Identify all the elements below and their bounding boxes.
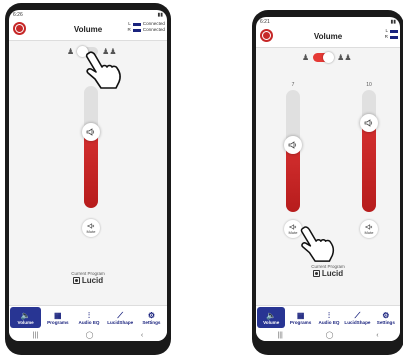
pointing-hand-icon bbox=[300, 226, 335, 262]
status-bar: 6:26 ▮▮ bbox=[9, 10, 167, 19]
master-volume-slider[interactable] bbox=[84, 86, 98, 208]
left-connection-indicator bbox=[132, 22, 141, 26]
mute-label: Mute bbox=[288, 229, 298, 235]
single-ear-icon: ♟ bbox=[302, 53, 310, 62]
recents-button[interactable]: ||| bbox=[33, 332, 38, 339]
nav-label: Settings bbox=[376, 319, 395, 325]
right-connection-indicator bbox=[132, 28, 141, 32]
status-time: 6:21 bbox=[260, 18, 270, 25]
single-ear-icon: ♟ bbox=[67, 47, 75, 56]
right-volume-thumb[interactable] bbox=[360, 113, 378, 132]
nav-label: Volume bbox=[17, 319, 34, 325]
app-bar: Volume L Connected R Connected bbox=[9, 19, 167, 41]
program-name: Lucid bbox=[81, 276, 104, 285]
right-connection-text: Connected bbox=[142, 27, 165, 32]
nav-label: Programs bbox=[47, 319, 69, 325]
nav-settings[interactable]: ⚙ Settings bbox=[136, 306, 167, 329]
program-icon bbox=[312, 270, 320, 277]
program-icon bbox=[72, 277, 80, 284]
nav-programs[interactable]: ▦ Programs bbox=[286, 306, 314, 329]
nav-audio-eq[interactable]: ⫶ Audio EQ bbox=[315, 306, 343, 329]
volume-panel: ♟ ♟♟ 7 10 Mute Mute Current Program Luci… bbox=[256, 48, 400, 305]
phone-screen: 6:21 ▮▮ Volume L R ♟ ♟♟ 7 10 Mute Mute C… bbox=[256, 17, 400, 341]
left-connection-indicator bbox=[390, 29, 398, 33]
nav-label: LucidShape bbox=[344, 319, 371, 325]
nav-label: Audio EQ bbox=[318, 319, 340, 325]
home-button[interactable]: ◯ bbox=[326, 331, 334, 339]
bottom-nav: 🔈 Volume ▦ Programs ⫶ Audio EQ ⟋ LucidShape … bbox=[9, 305, 167, 329]
status-icons: ▮▮ bbox=[390, 18, 396, 25]
split-volume-toggle[interactable] bbox=[313, 52, 335, 63]
phone-screen: 6:26 ▮▮ Volume L Connected R Connected ♟ ♟… bbox=[9, 10, 167, 341]
nav-volume[interactable]: 🔈 Volume bbox=[10, 307, 42, 328]
split-toggle-row: ♟ ♟♟ bbox=[302, 52, 352, 63]
nav-label: Audio EQ bbox=[78, 319, 100, 325]
equalizer-icon: ⫶ bbox=[88, 310, 90, 320]
bottom-nav: 🔈 Volume ▦ Programs ⫶ Audio EQ ⟋ LucidShape … bbox=[256, 305, 400, 329]
nav-label: LucidShape bbox=[107, 319, 134, 325]
speaker-icon: 🔈 bbox=[266, 310, 277, 320]
left-volume-thumb[interactable] bbox=[284, 135, 302, 154]
current-program: Current Program Lucid bbox=[256, 264, 400, 278]
nav-label: Programs bbox=[289, 319, 312, 325]
speaker-icon: 🔈 bbox=[20, 310, 31, 320]
system-nav: ||| ◯ ‹ bbox=[256, 329, 400, 341]
nav-volume[interactable]: 🔈 Volume bbox=[257, 307, 286, 328]
status-bar: 6:21 ▮▮ bbox=[256, 17, 400, 26]
nav-settings[interactable]: ⚙ Settings bbox=[372, 306, 400, 329]
right-volume-value: 10 bbox=[366, 82, 372, 88]
nav-audio-eq[interactable]: ⫶ Audio EQ bbox=[73, 306, 104, 329]
master-volume-fill bbox=[84, 132, 98, 208]
grid-icon: ▦ bbox=[54, 310, 62, 320]
chart-icon: ⟋ bbox=[117, 310, 124, 320]
phone-left: 6:26 ▮▮ Volume L Connected R Connected ♟ ♟… bbox=[5, 3, 171, 355]
system-nav: ||| ◯ ‹ bbox=[9, 329, 167, 341]
chart-icon: ⟋ bbox=[354, 310, 361, 320]
app-bar: Volume L R bbox=[256, 26, 400, 48]
home-button[interactable]: ◯ bbox=[86, 331, 94, 339]
right-ear-label: R bbox=[127, 27, 131, 32]
recents-button[interactable]: ||| bbox=[277, 332, 282, 339]
equalizer-icon: ⫶ bbox=[328, 310, 331, 320]
program-name: Lucid bbox=[321, 269, 344, 278]
toggle-knob bbox=[323, 52, 335, 63]
phone-right: 6:21 ▮▮ Volume L R ♟ ♟♟ 7 10 Mute Mute C… bbox=[252, 10, 403, 355]
nav-programs[interactable]: ▦ Programs bbox=[42, 306, 73, 329]
right-volume-slider[interactable] bbox=[362, 90, 376, 212]
right-connection-indicator bbox=[390, 35, 398, 39]
current-program: Current Program Lucid bbox=[9, 271, 167, 285]
page-title: Volume bbox=[313, 32, 343, 41]
gear-icon: ⚙ bbox=[382, 310, 390, 320]
mute-label: Mute bbox=[364, 229, 374, 235]
left-volume-fill bbox=[286, 144, 300, 212]
mute-label: Mute bbox=[86, 228, 96, 234]
right-mute-button[interactable]: Mute bbox=[360, 220, 378, 238]
nav-label: Settings bbox=[142, 319, 161, 325]
nav-lucidshape[interactable]: ⟋ LucidShape bbox=[105, 306, 136, 329]
mute-button[interactable]: Mute bbox=[82, 219, 100, 237]
speaker-icon bbox=[86, 128, 95, 137]
gear-icon: ⚙ bbox=[147, 310, 155, 320]
nav-label: Volume bbox=[263, 319, 280, 325]
dual-ear-icon: ♟♟ bbox=[337, 53, 352, 62]
status-icons: ▮▮ bbox=[157, 11, 163, 18]
left-volume-value: 7 bbox=[291, 82, 295, 88]
speaker-icon bbox=[288, 141, 297, 149]
connection-status: L R bbox=[385, 28, 398, 40]
volume-panel: ♟ ♟♟ Mute Current Program Lucid bbox=[9, 41, 167, 305]
grid-icon: ▦ bbox=[296, 310, 305, 320]
connection-status: L Connected R Connected bbox=[127, 21, 165, 33]
right-volume-fill bbox=[362, 122, 376, 212]
nav-lucidshape[interactable]: ⟋ LucidShape bbox=[343, 306, 371, 329]
right-ear-label: R bbox=[384, 34, 388, 39]
speaker-icon bbox=[364, 119, 373, 127]
back-button[interactable]: ‹ bbox=[141, 332, 143, 339]
back-button[interactable]: ‹ bbox=[376, 332, 378, 339]
pointing-hand-icon bbox=[85, 51, 121, 89]
status-time: 6:26 bbox=[13, 11, 23, 18]
